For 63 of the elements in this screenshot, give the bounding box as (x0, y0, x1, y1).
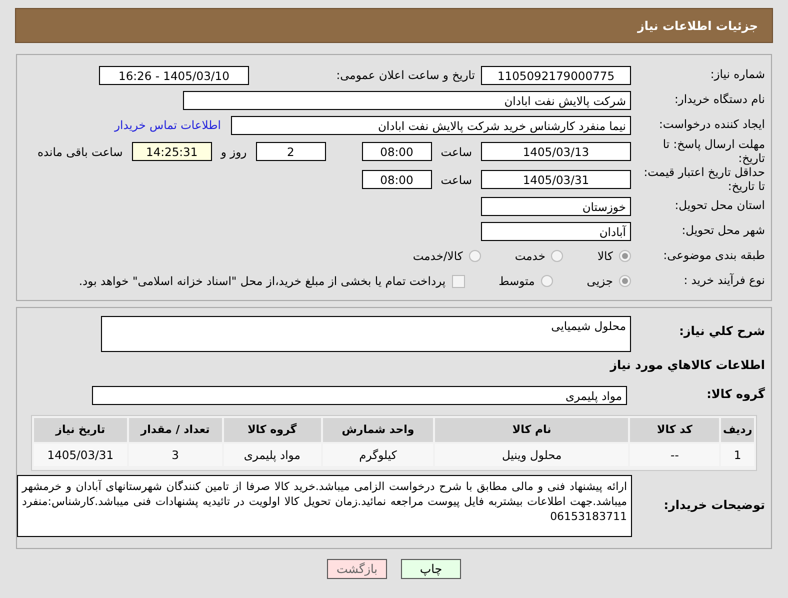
field-label: ساعت (440, 144, 473, 158)
column-header: ردیف (721, 418, 754, 442)
radio-button[interactable] (540, 275, 553, 287)
remaining-time-field: 14:25:31 (132, 142, 212, 161)
buyer-org-field: شرکت پالایش نفت ابادان (183, 90, 631, 110)
deadline-time-field: 08:00 (362, 142, 432, 161)
field-label: شرح كلي نياز: (678, 325, 766, 339)
field-label: نام دستگاه خریدار: (673, 93, 766, 107)
column-header: گروه کالا (224, 418, 321, 442)
buyer-notes-field: ارائه پیشنهاد فنی و مالی مطابق با شرح درخواست الزامی میباشد.خرید کالا صرفا از تامین کنندگان شهرستانهای آبادان و خرمشهر میباشد.جهت اطلاعات بیشتربه فایل پیوست مراجعه نمائید.زمان تحویل کالا اولویت در تائیدیه پشنهادات فنی میباشد.کارشناس:منفرد 06153183711 (17, 475, 632, 537)
table-cell: محلول وینیل (435, 444, 628, 466)
column-header: واحد شمارش (322, 418, 434, 442)
checkbox-label: پرداخت تمام یا بخشی از مبلغ خرید،از محل "اسناد خزانه اسلامی" خواهد بود. (78, 274, 446, 288)
province-field: خوزستان (481, 196, 631, 216)
back-button[interactable]: بازگشت (327, 559, 387, 579)
table-cell: کیلوگرم (322, 444, 434, 466)
radio-label: کالا/خدمت (412, 249, 463, 263)
field-label: توضیحات خریدار: (662, 499, 766, 513)
requester-field: نیما منفرد کارشناس خرید شرکت پالایش نفت ابادان (231, 116, 631, 134)
description-field: محلول شیمیایی (101, 316, 631, 352)
field-label: شهر محل تحویل: (680, 224, 766, 238)
field-label: طبقه بندی موضوعی: (662, 249, 766, 263)
radio-label: کالا (597, 249, 613, 263)
checkbox[interactable] (452, 274, 465, 288)
announce-date-field: 1405/03/10 - 16:26 (99, 66, 249, 84)
column-header: کد کالا (630, 418, 720, 442)
field-label: ایجاد کننده درخواست: (658, 118, 766, 132)
field-label: حداقل تاریخ اعتبار قیمت: تا تاریخ: (642, 166, 766, 193)
column-header: تاریخ نیاز (34, 418, 127, 442)
table-cell: -- (630, 444, 720, 466)
field-label: نوع فرآیند خرید : (682, 274, 766, 288)
field-label: تاریخ و ساعت اعلان عمومی: (335, 68, 475, 82)
radio-label: متوسط (498, 274, 535, 288)
days-field: 2 (256, 142, 326, 161)
page-title: جزئیات اطلاعات نیاز (637, 18, 758, 32)
table-cell: 1 (721, 444, 754, 466)
buyer-contact-link[interactable]: اطلاعات تماس خریدار (114, 118, 225, 132)
field-label: مهلت ارسال پاسخ: تا تاریخ: (662, 138, 766, 165)
deadline-date-field: 1405/03/13 (481, 142, 631, 161)
print-button[interactable]: چاپ (401, 559, 461, 579)
goods-group-field: مواد پلیمری (92, 386, 627, 404)
column-header: نام کالا (435, 418, 628, 442)
field-label: شماره نیاز: (709, 68, 766, 82)
need-number-field: 1105092179000775 (481, 66, 631, 84)
validity-date-field: 1405/03/31 (481, 170, 631, 189)
field-label: روز و (219, 144, 248, 158)
table-cell: 1405/03/31 (34, 444, 127, 466)
field-label: ساعت (440, 172, 473, 186)
radio-button[interactable] (619, 250, 631, 262)
radio-label: خدمت (514, 249, 546, 263)
validity-time-field: 08:00 (362, 170, 432, 189)
table-cell: مواد پلیمری (224, 444, 321, 466)
radio-label: جزیی (586, 274, 613, 288)
field-label: گروه کالا: (706, 388, 766, 402)
radio-button[interactable] (551, 250, 564, 262)
table-cell: 3 (128, 444, 222, 466)
field-label: ساعت باقی مانده (36, 144, 124, 158)
city-field: آبادان (481, 222, 631, 240)
radio-button[interactable] (468, 250, 481, 262)
column-header: تعداد / مقدار (128, 418, 222, 442)
section-title: اطلاعات كالاهاي مورد نياز (610, 358, 766, 372)
field-label: استان محل تحویل: (674, 199, 766, 213)
radio-button[interactable] (619, 275, 631, 287)
